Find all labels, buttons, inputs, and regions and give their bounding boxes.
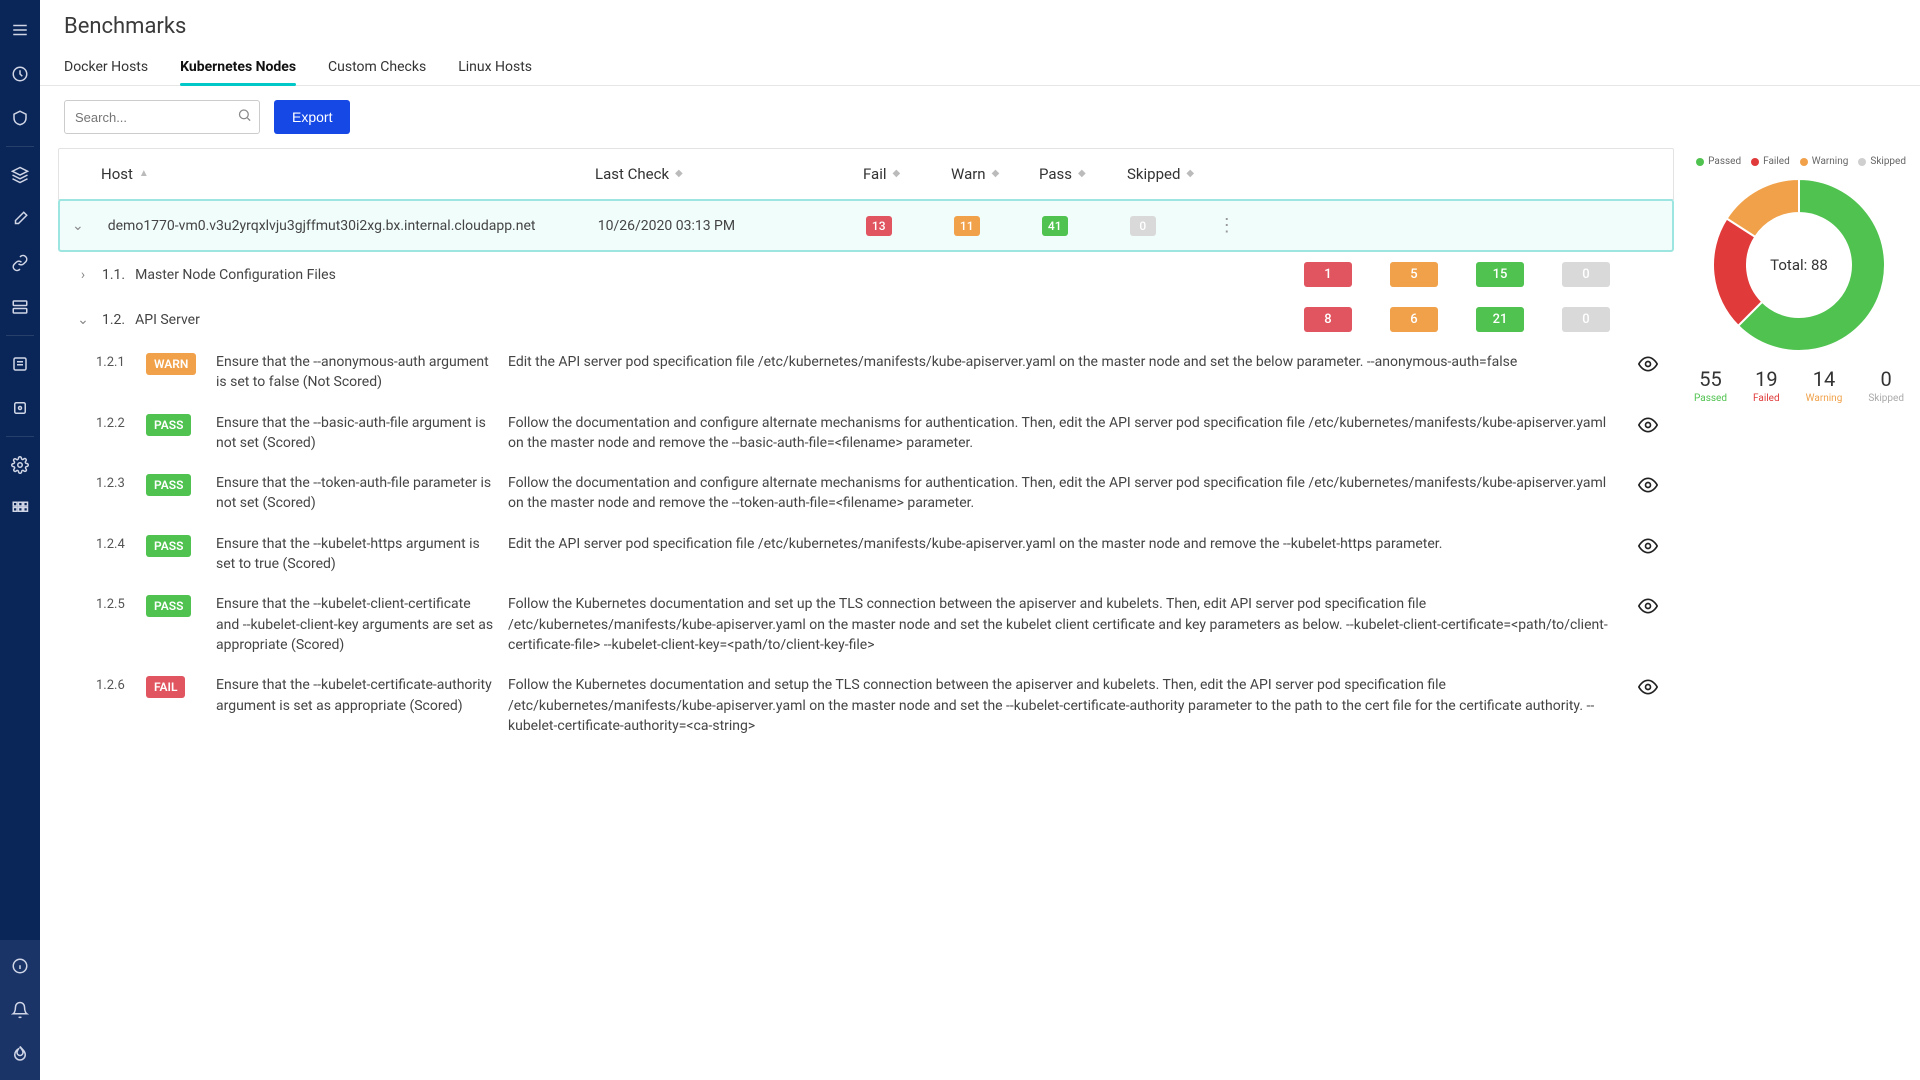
skip-badge: 0 <box>1130 216 1156 236</box>
pass-badge: 41 <box>1042 216 1068 236</box>
edit-icon[interactable] <box>0 197 40 241</box>
gear-icon[interactable] <box>0 443 40 487</box>
sidebar-footer <box>0 940 40 1080</box>
col-last-check[interactable]: Last Check ◆ <box>583 149 851 199</box>
check-id: 1.2.4 <box>96 534 132 552</box>
stat-failed: 19 <box>1753 367 1780 391</box>
check-title: Ensure that the --kubelet-client-certifi… <box>216 594 494 655</box>
sidebar <box>0 0 40 1080</box>
flame-icon[interactable] <box>0 1032 40 1076</box>
info-icon[interactable] <box>0 944 40 988</box>
group-label: API Server <box>135 312 200 328</box>
check-title: Ensure that the --anonymous-auth argumen… <box>216 352 494 393</box>
summary-panel: Passed Failed Warning Skipped Total: 88 … <box>1692 148 1906 1080</box>
check-id: 1.2.5 <box>96 594 132 612</box>
check-title: Ensure that the --kubelet-https argument… <box>216 534 494 575</box>
check-description: Edit the API server pod specification fi… <box>508 534 1624 554</box>
check-title: Ensure that the --kubelet-certificate-au… <box>216 675 494 716</box>
check-title: Ensure that the --token-auth-file parame… <box>216 473 494 514</box>
eye-icon[interactable] <box>1638 534 1666 560</box>
eye-icon[interactable] <box>1638 473 1666 499</box>
chevron-down-icon[interactable]: ⌄ <box>60 204 96 248</box>
stat-skipped: 0 <box>1868 367 1904 391</box>
tab-custom-checks[interactable]: Custom Checks <box>328 51 426 85</box>
group-row[interactable]: ⌄ 1.2. API Server 8 6 21 0 <box>58 297 1674 342</box>
group-row[interactable]: › 1.1. Master Node Configuration Files 1… <box>58 252 1674 297</box>
tab-linux-hosts[interactable]: Linux Hosts <box>458 51 532 85</box>
check-row: 1.2.4 PASS Ensure that the --kubelet-https… <box>58 524 1674 585</box>
stat-warning: 14 <box>1806 367 1843 391</box>
layers-icon[interactable] <box>0 153 40 197</box>
col-fail[interactable]: Fail ◆ <box>851 149 939 199</box>
tab-docker-hosts[interactable]: Docker Hosts <box>64 51 148 85</box>
host-row[interactable]: ⌄ demo1770-vm0.v3u2yrqxlvju3gjffmut30i2x… <box>58 199 1674 252</box>
check-description: Follow the documentation and configure a… <box>508 473 1624 514</box>
legend: Passed Failed Warning Skipped <box>1692 156 1906 167</box>
search-icon[interactable] <box>237 108 252 127</box>
chevron-down-icon[interactable]: ⌄ <box>74 312 92 328</box>
group-id: 1.1. <box>102 267 125 283</box>
status-badge: PASS <box>146 595 191 617</box>
col-pass[interactable]: Pass ◆ <box>1027 149 1115 199</box>
check-row: 1.2.5 PASS Ensure that the --kubelet-clien… <box>58 584 1674 665</box>
donut-chart: Total: 88 <box>1709 175 1889 355</box>
host-name: demo1770-vm0.v3u2yrqxlvju3gjffmut30i2xg.… <box>96 204 586 248</box>
dashboard-icon[interactable] <box>0 52 40 96</box>
status-badge: PASS <box>146 414 191 436</box>
box-icon[interactable] <box>0 386 40 430</box>
eye-icon[interactable] <box>1638 413 1666 439</box>
col-host[interactable]: Host ▲ <box>59 149 583 199</box>
check-id: 1.2.3 <box>96 473 132 491</box>
export-button[interactable]: Export <box>274 100 350 134</box>
donut-total: Total: 88 <box>1709 175 1889 355</box>
link-icon[interactable] <box>0 241 40 285</box>
status-badge: FAIL <box>146 676 185 698</box>
last-check: 10/26/2020 03:13 PM <box>586 204 854 248</box>
status-badge: PASS <box>146 535 191 557</box>
tabs: Docker Hosts Kubernetes Nodes Custom Che… <box>40 51 1920 86</box>
col-skip[interactable]: Skipped ◆ <box>1115 149 1206 199</box>
more-icon[interactable]: ⋮ <box>1206 201 1248 250</box>
eye-icon[interactable] <box>1638 352 1666 378</box>
group-id: 1.2. <box>102 312 125 328</box>
chevron-right-icon[interactable]: › <box>74 267 92 283</box>
check-title: Ensure that the --basic-auth-file argume… <box>216 413 494 454</box>
status-badge: WARN <box>146 353 196 375</box>
benchmarks-table: Host ▲ Last Check ◆ Fail ◆ Warn ◆ Pass ◆… <box>58 148 1674 1080</box>
stat-passed: 55 <box>1694 367 1727 391</box>
menu-icon[interactable] <box>0 8 40 52</box>
server-icon[interactable] <box>0 285 40 329</box>
check-id: 1.2.1 <box>96 352 132 370</box>
col-warn[interactable]: Warn ◆ <box>939 149 1027 199</box>
search-input[interactable] <box>64 100 260 134</box>
check-description: Follow the Kubernetes documentation and … <box>508 594 1624 655</box>
page-title: Benchmarks <box>40 0 1920 51</box>
check-row: 1.2.2 PASS Ensure that the --basic-auth-fi… <box>58 403 1674 464</box>
list-icon[interactable] <box>0 342 40 386</box>
check-row: 1.2.3 PASS Ensure that the --token-auth-fi… <box>58 463 1674 524</box>
warn-badge: 11 <box>954 216 980 236</box>
bell-icon[interactable] <box>0 988 40 1032</box>
check-description: Follow the Kubernetes documentation and … <box>508 675 1624 736</box>
grid-icon[interactable] <box>0 487 40 531</box>
eye-icon[interactable] <box>1638 675 1666 701</box>
check-id: 1.2.6 <box>96 675 132 693</box>
check-description: Edit the API server pod specification fi… <box>508 352 1624 372</box>
eye-icon[interactable] <box>1638 594 1666 620</box>
shield-icon[interactable] <box>0 96 40 140</box>
fail-badge: 13 <box>866 216 892 236</box>
check-description: Follow the documentation and configure a… <box>508 413 1624 454</box>
group-label: Master Node Configuration Files <box>135 267 336 283</box>
check-row: 1.2.6 FAIL Ensure that the --kubelet-certi… <box>58 665 1674 746</box>
check-id: 1.2.2 <box>96 413 132 431</box>
check-row: 1.2.1 WARN Ensure that the --anonymous-aut… <box>58 342 1674 403</box>
status-badge: PASS <box>146 474 191 496</box>
tab-kubernetes-nodes[interactable]: Kubernetes Nodes <box>180 51 296 85</box>
